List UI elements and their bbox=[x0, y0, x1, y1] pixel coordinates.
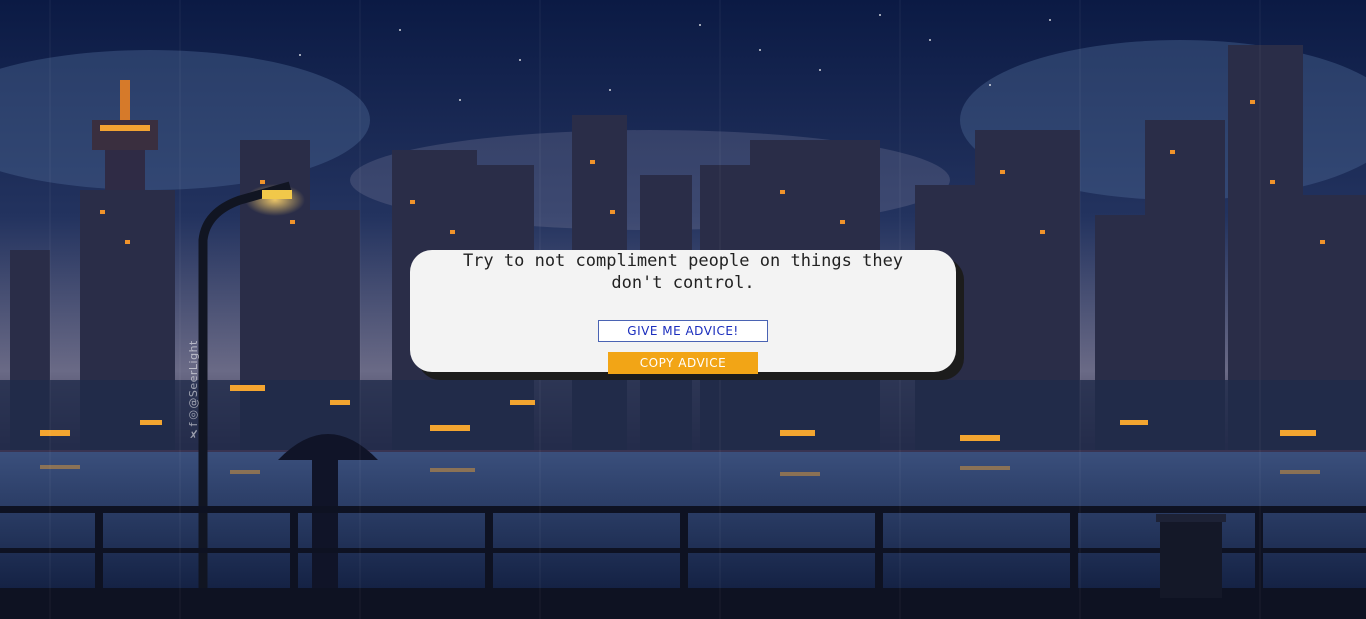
give-advice-button[interactable]: GIVE ME ADVICE! bbox=[598, 320, 768, 342]
artist-signature: ✗f◎@SeerLight bbox=[187, 340, 200, 440]
copy-advice-button[interactable]: COPY ADVICE bbox=[608, 352, 758, 374]
advice-text: Try to not compliment people on things t… bbox=[462, 251, 904, 293]
